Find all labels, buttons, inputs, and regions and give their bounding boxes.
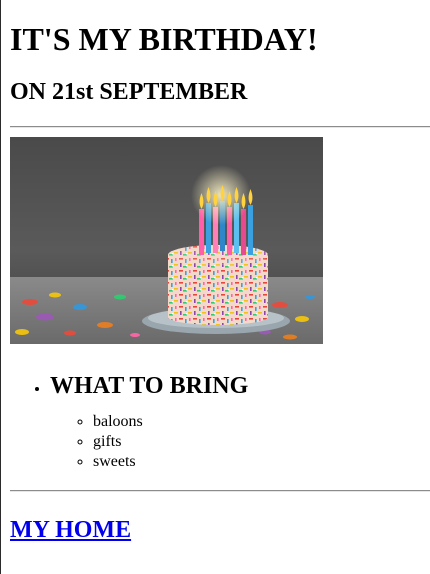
- bring-item-gifts: gifts: [93, 432, 430, 452]
- page: IT'S MY BIRTHDAY! ON 21st SEPTEMBER • WH…: [0, 0, 430, 574]
- date-subtitle: ON 21st SEPTEMBER: [10, 79, 248, 105]
- page-title: IT'S MY BIRTHDAY!: [10, 21, 318, 57]
- what-to-bring-item: WHAT TO BRING baloons gifts sweets: [50, 344, 430, 472]
- my-home-link[interactable]: MY HOME: [10, 516, 131, 544]
- top-divider: [10, 126, 430, 128]
- bring-item-sweets: sweets: [93, 452, 430, 472]
- what-to-bring-heading: WHAT TO BRING: [50, 373, 249, 399]
- what-to-bring-list: WHAT TO BRING baloons gifts sweets: [10, 344, 430, 472]
- bottom-divider: [10, 490, 430, 492]
- birthday-cake-image: [10, 137, 323, 344]
- bring-item-baloons: baloons: [93, 412, 430, 432]
- bring-items-list: baloons gifts sweets: [50, 400, 430, 472]
